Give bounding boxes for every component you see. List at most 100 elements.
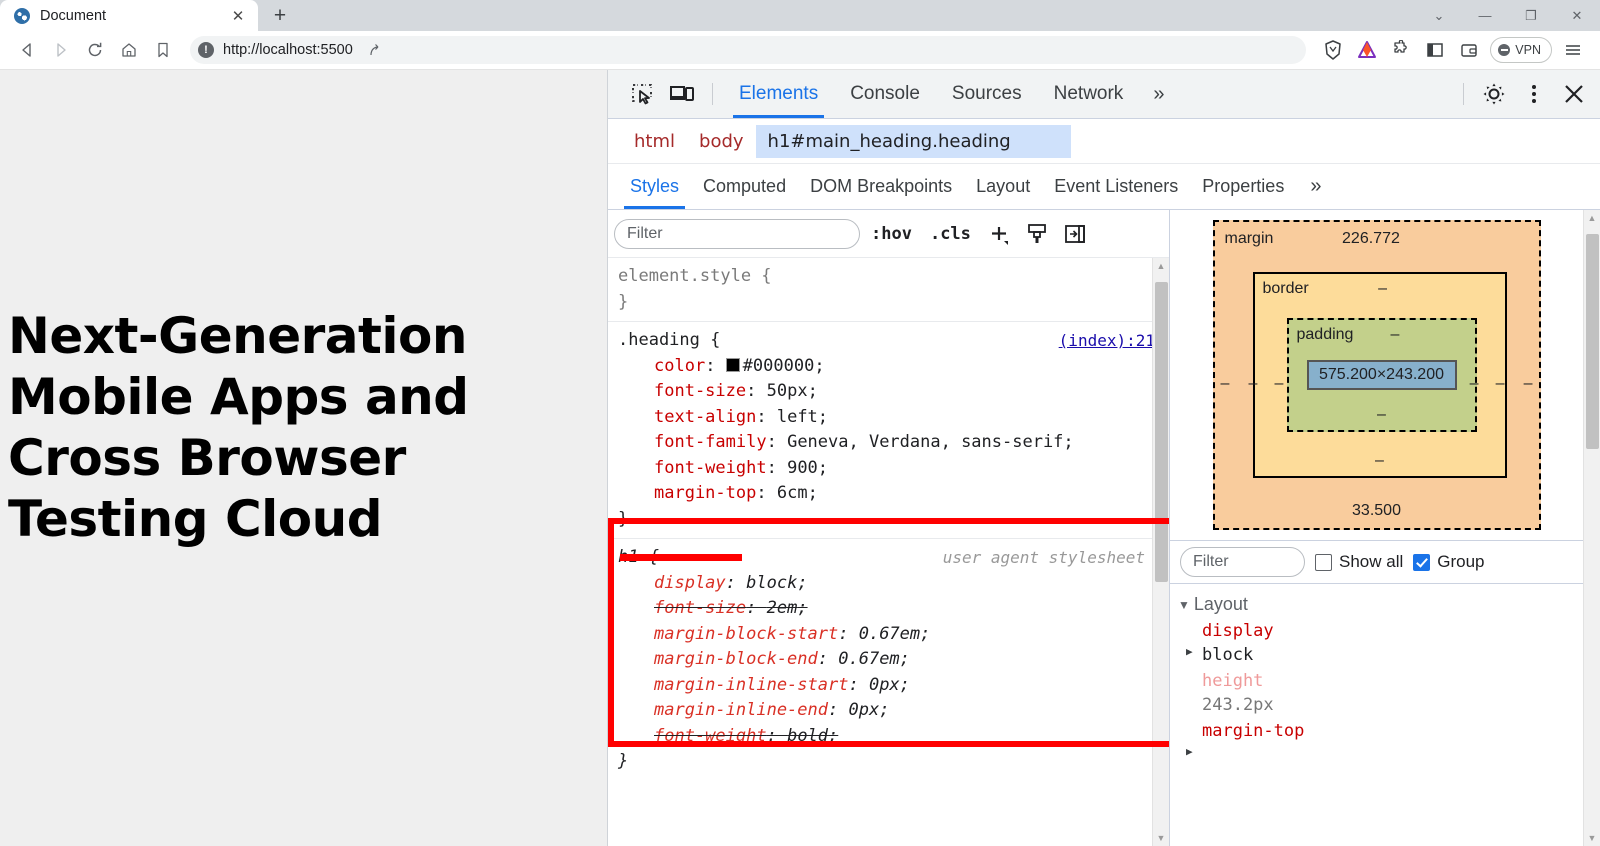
- css-declaration[interactable]: margin-top: 6cm;: [618, 481, 1169, 507]
- css-declaration[interactable]: margin-block-end: 0.67em;: [618, 647, 1169, 673]
- css-declaration[interactable]: margin-inline-end: 0px;: [618, 698, 1169, 724]
- scroll-up-arrow-icon[interactable]: ▲: [1157, 258, 1166, 274]
- hamburger-menu-icon[interactable]: [1556, 33, 1590, 67]
- computed-property-value[interactable]: 243.2px: [1202, 693, 1583, 717]
- subtab-properties[interactable]: Properties: [1190, 164, 1296, 209]
- devtools-tab-sources[interactable]: Sources: [936, 71, 1038, 118]
- sidebar-panel-icon[interactable]: [1418, 33, 1452, 67]
- share-icon[interactable]: [362, 37, 388, 63]
- paintbrush-computed-icon[interactable]: [1020, 218, 1054, 250]
- computed-property-name[interactable]: margin-top: [1202, 719, 1583, 743]
- css-value[interactable]: left: [777, 407, 818, 427]
- vpn-button[interactable]: VPN: [1490, 37, 1552, 63]
- css-declaration[interactable]: display: block;: [618, 571, 1169, 597]
- css-value[interactable]: 0px: [869, 675, 900, 695]
- css-value[interactable]: 0.67em: [859, 624, 920, 644]
- scroll-down-arrow-icon[interactable]: ▼: [1588, 830, 1597, 846]
- subtab-event-listeners[interactable]: Event Listeners: [1042, 164, 1190, 209]
- css-value[interactable]: 900: [787, 458, 818, 478]
- breadcrumb-item-html[interactable]: html: [622, 125, 687, 158]
- css-property[interactable]: margin-block-start: [654, 624, 838, 644]
- subtab-layout[interactable]: Layout: [964, 164, 1042, 209]
- box-model-content-size[interactable]: 575.200×243.200: [1307, 360, 1457, 390]
- address-bar[interactable]: ! http://localhost:5500: [190, 36, 1306, 64]
- box-model-margin-top[interactable]: 226.772: [1342, 230, 1400, 248]
- plus-new-style-rule-icon[interactable]: [982, 218, 1016, 250]
- breadcrumb-item-h1[interactable]: h1#main_heading.heading: [756, 125, 1071, 158]
- css-value[interactable]: 0.67em: [838, 649, 899, 669]
- css-value[interactable]: 50px: [767, 381, 808, 401]
- subtab-dom-breakpoints[interactable]: DOM Breakpoints: [798, 164, 964, 209]
- box-model-padding-right[interactable]: –: [1470, 375, 1479, 393]
- box-model-diagram[interactable]: margin 226.772 – – border –: [1170, 210, 1583, 540]
- devtools-tab-console[interactable]: Console: [834, 71, 936, 118]
- box-model-padding-left[interactable]: –: [1275, 375, 1284, 393]
- close-icon[interactable]: [1554, 76, 1594, 112]
- scrollbar-thumb[interactable]: [1586, 234, 1599, 449]
- computed-property-display[interactable]: ▶ display block: [1178, 619, 1583, 667]
- box-model-padding-bottom[interactable]: –: [1297, 406, 1467, 424]
- css-value[interactable]: #000000: [743, 356, 815, 376]
- box-model-padding[interactable]: padding – – – 575.200×243.200 –: [1287, 318, 1477, 432]
- browser-tab[interactable]: Document ✕: [0, 0, 258, 31]
- box-model-border-left[interactable]: –: [1249, 375, 1258, 393]
- computed-property-height[interactable]: height 243.2px: [1178, 669, 1583, 717]
- box-model-border-top[interactable]: –: [1378, 280, 1387, 298]
- css-value[interactable]: bold: [787, 726, 828, 746]
- css-declaration[interactable]: font-family: Geneva, Verdana, sans-serif…: [618, 430, 1169, 456]
- css-property[interactable]: font-size: [654, 381, 746, 401]
- devtools-more-tabs-icon[interactable]: »: [1139, 83, 1178, 106]
- css-declaration[interactable]: font-weight: 900;: [618, 456, 1169, 482]
- computed-property-margin-top[interactable]: ▶ margin-top: [1178, 719, 1583, 743]
- css-property[interactable]: display: [654, 573, 726, 593]
- css-property[interactable]: margin-inline-end: [654, 700, 828, 720]
- computed-property-value[interactable]: block: [1202, 643, 1583, 667]
- css-declaration[interactable]: text-align: left;: [618, 405, 1169, 431]
- brave-lion-icon[interactable]: [1316, 33, 1350, 67]
- info-circle-icon[interactable]: !: [198, 42, 214, 58]
- color-swatch[interactable]: [726, 358, 740, 372]
- inspect-element-icon[interactable]: [622, 76, 662, 112]
- css-declaration[interactable]: font-size: 50px;: [618, 379, 1169, 405]
- styles-scrollbar[interactable]: ▲ ▼: [1152, 258, 1169, 846]
- computed-filter-input[interactable]: Filter: [1180, 547, 1305, 577]
- breadcrumb-item-body[interactable]: body: [687, 125, 756, 158]
- box-model-padding-top[interactable]: –: [1391, 326, 1400, 344]
- home-icon[interactable]: [112, 33, 146, 67]
- reload-icon[interactable]: [78, 33, 112, 67]
- box-model-margin-right[interactable]: –: [1524, 375, 1533, 393]
- css-property[interactable]: font-weight: [654, 726, 767, 746]
- box-model-margin-left[interactable]: –: [1221, 375, 1230, 393]
- box-model-margin[interactable]: margin 226.772 – – border –: [1213, 220, 1541, 530]
- computed-group-layout[interactable]: ▼Layout: [1178, 592, 1583, 617]
- css-rule-element-style[interactable]: element.style { }: [608, 258, 1169, 321]
- css-declaration[interactable]: margin-inline-start: 0px;: [618, 673, 1169, 699]
- css-declaration-overridden[interactable]: font-size: 2em;: [618, 596, 1169, 622]
- css-origin-link[interactable]: (index):21: [1059, 328, 1155, 354]
- css-value[interactable]: 0px: [848, 700, 879, 720]
- css-declaration-overridden[interactable]: font-weight: bold;: [618, 724, 1169, 750]
- cls-toggle[interactable]: .cls: [923, 224, 978, 244]
- css-property[interactable]: font-size: [654, 598, 746, 618]
- computed-styles-list[interactable]: ▼Layout ▶ display block height 243.2px ▶…: [1170, 584, 1583, 846]
- subtabs-more-icon[interactable]: »: [1296, 175, 1321, 198]
- group-checkbox-group[interactable]: Group: [1413, 552, 1484, 572]
- forward-icon[interactable]: [44, 33, 78, 67]
- devtools-tab-network[interactable]: Network: [1038, 71, 1140, 118]
- vertical-dots-icon[interactable]: [1514, 76, 1554, 112]
- css-property[interactable]: text-align: [654, 407, 756, 427]
- chevron-down-icon[interactable]: ▼: [1178, 598, 1190, 612]
- css-property[interactable]: margin-block-end: [654, 649, 818, 669]
- wallet-icon[interactable]: [1452, 33, 1486, 67]
- brave-rewards-triangle-icon[interactable]: [1350, 33, 1384, 67]
- css-value[interactable]: 6cm: [777, 483, 808, 503]
- chevron-down-icon[interactable]: ⌄: [1416, 0, 1462, 31]
- scroll-down-arrow-icon[interactable]: ▼: [1157, 830, 1166, 846]
- devtools-tab-elements[interactable]: Elements: [723, 71, 834, 118]
- maximize-icon[interactable]: ❐: [1508, 0, 1554, 31]
- scrollbar-thumb[interactable]: [1155, 282, 1168, 582]
- device-toolbar-icon[interactable]: [662, 76, 702, 112]
- chevron-right-icon[interactable]: ▶: [1186, 740, 1193, 764]
- computed-property-name[interactable]: height: [1202, 669, 1583, 693]
- bookmark-icon[interactable]: [146, 33, 180, 67]
